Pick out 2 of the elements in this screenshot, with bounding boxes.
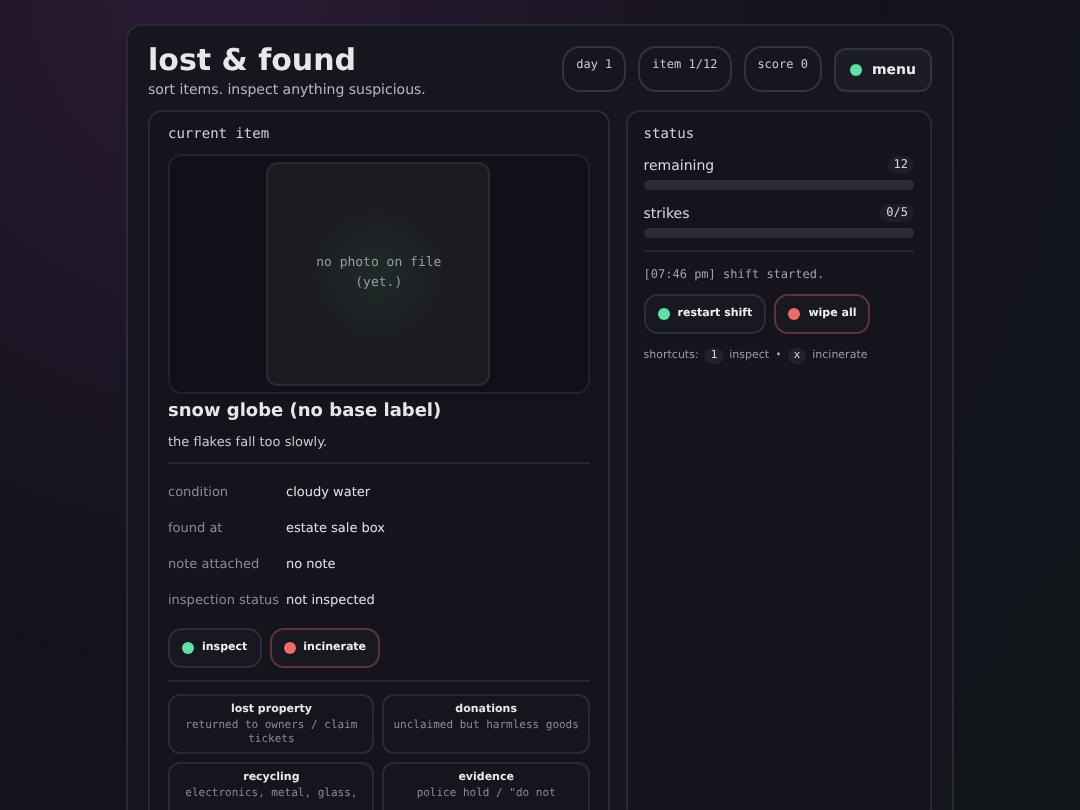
- app-title: lost & found: [148, 42, 358, 78]
- item-name: snow globe (no base label): [168, 402, 444, 422]
